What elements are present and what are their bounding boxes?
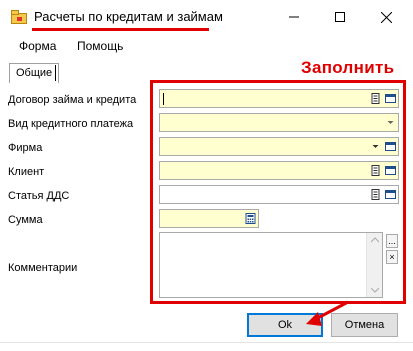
doc-icon[interactable] — [370, 189, 381, 200]
comments-scrollbar[interactable] — [366, 233, 382, 297]
clear-button[interactable]: × — [386, 250, 398, 264]
dds-article-input[interactable] — [159, 185, 399, 204]
label-client: Клиент — [8, 166, 45, 178]
maximize-button[interactable] — [317, 0, 363, 34]
list-icon[interactable] — [385, 165, 396, 176]
doc-icon[interactable] — [370, 165, 381, 176]
client-input[interactable] — [159, 161, 399, 180]
maximize-icon — [335, 12, 345, 22]
title-highlight-underline — [32, 28, 209, 31]
list-icon[interactable] — [385, 141, 396, 152]
close-icon — [380, 11, 392, 23]
loan-contract-input[interactable] — [159, 89, 399, 108]
app-icon — [11, 10, 27, 24]
list-icon[interactable] — [385, 93, 396, 104]
scroll-up-icon[interactable] — [371, 237, 379, 243]
minimize-button[interactable] — [271, 0, 317, 34]
close-button[interactable] — [363, 0, 409, 34]
menu-item-help[interactable]: Помощь — [77, 39, 123, 53]
amount-input[interactable] — [159, 209, 259, 228]
label-comments: Комментарии — [8, 262, 78, 274]
label-dds-article: Статья ДДС — [8, 190, 70, 202]
menu-bar: Форма Помощь — [0, 34, 413, 58]
clear-icon: × — [389, 251, 395, 262]
ellipsis-button[interactable]: ... — [386, 234, 398, 248]
menu-item-forma[interactable]: Форма — [19, 39, 56, 53]
doc-icon[interactable] — [370, 93, 381, 104]
label-loan-contract: Договор займа и кредита — [8, 94, 137, 106]
window-title: Расчеты по кредитам и займам — [34, 9, 223, 24]
ellipsis-icon: ... — [388, 235, 396, 246]
payment-type-select[interactable] — [159, 113, 399, 132]
title-bar: Расчеты по кредитам и займам — [0, 0, 413, 34]
red-arrow-icon — [306, 300, 349, 326]
firm-select[interactable] — [159, 137, 399, 156]
ok-button-label: Ok — [277, 319, 293, 331]
label-payment-type: Вид кредитного платежа — [8, 118, 134, 130]
text-cursor — [163, 93, 164, 105]
list-icon[interactable] — [385, 189, 396, 200]
tab-general[interactable]: Общие — [9, 63, 60, 83]
dropdown-arrow-icon[interactable] — [370, 141, 381, 152]
fill-in-annotation: Заполнить — [301, 58, 395, 77]
minimize-icon — [289, 16, 299, 18]
label-firm: Фирма — [8, 142, 43, 154]
tab-focus-caret — [55, 65, 56, 81]
comments-textarea[interactable] — [159, 232, 383, 298]
status-divider — [0, 342, 413, 343]
calculator-icon[interactable] — [245, 213, 256, 224]
scroll-down-icon[interactable] — [371, 287, 379, 293]
label-amount: Сумма — [8, 214, 43, 226]
tab-general-label: Общие — [16, 67, 53, 79]
dropdown-arrow-icon[interactable] — [385, 117, 396, 128]
